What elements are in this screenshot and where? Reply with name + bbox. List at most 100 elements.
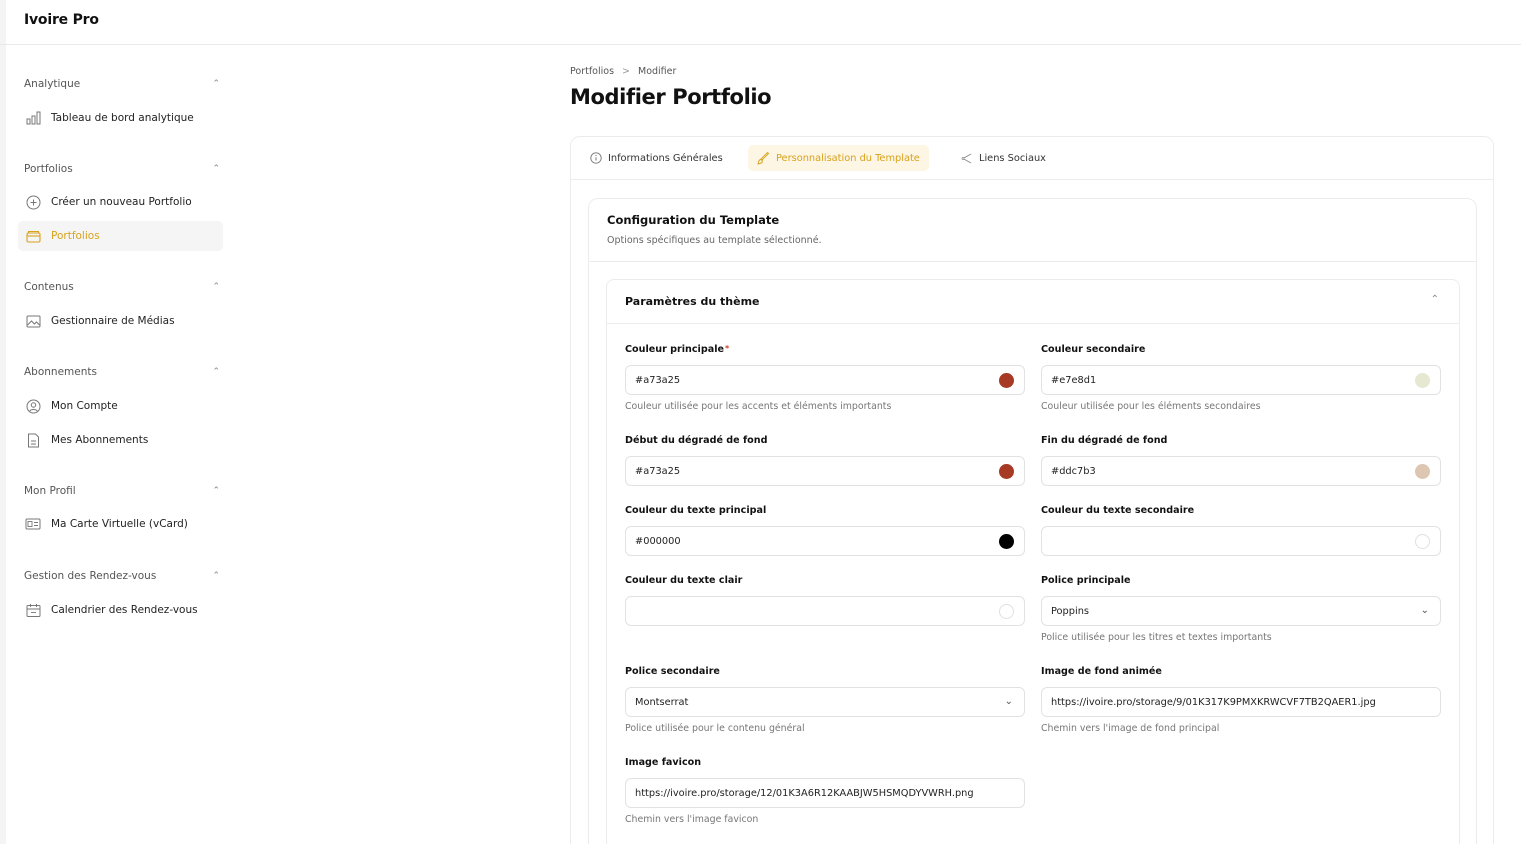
sidebar-item-carte-virtuelle[interactable]: Ma Carte Virtuelle (vCard)	[18, 509, 223, 539]
breadcrumb: Portfolios > Modifier	[570, 66, 676, 77]
section-subtitle: Options spécifiques au template sélectio…	[607, 235, 822, 246]
theme-settings-header[interactable]: Paramètres du thème ⌃	[607, 280, 1459, 324]
sidebar: Analytique ⌃ Tableau de bord analytique …	[6, 46, 234, 844]
chevron-up-icon: ⌃	[212, 164, 220, 174]
sidebar-section-mon-profil[interactable]: Mon Profil ⌃	[24, 482, 220, 500]
font-secondary-value: Montserrat	[635, 696, 689, 708]
bg-image-label: Image de fond animée	[1041, 666, 1162, 677]
sidebar-item-mon-compte[interactable]: Mon Compte	[18, 391, 223, 421]
secondary-color-swatch[interactable]	[1415, 373, 1430, 388]
sidebar-section-title: Abonnements	[24, 366, 97, 378]
sidebar-section-title: Analytique	[24, 78, 81, 90]
page-title: Modifier Portfolio	[570, 85, 772, 109]
chevron-down-icon: ⌄	[1004, 696, 1013, 707]
bg-image-input[interactable]: https://ivoire.pro/storage/9/01K317K9PMX…	[1041, 687, 1441, 717]
section-title: Configuration du Template	[607, 213, 780, 227]
gradient-start-input[interactable]: #a73a25	[625, 456, 1025, 486]
calendar-icon	[25, 602, 41, 618]
font-primary-label: Police principale	[1041, 575, 1131, 586]
sidebar-item-label: Tableau de bord analytique	[51, 112, 194, 124]
panel-title: Paramètres du thème	[625, 295, 760, 308]
primary-color-help: Couleur utilisée pour les accents et élé…	[625, 401, 892, 412]
gradient-start-value: #a73a25	[635, 465, 681, 477]
gradient-end-swatch[interactable]	[1415, 464, 1430, 479]
tab-bar: Informations Générales Personnalisation …	[571, 137, 1493, 180]
sidebar-section-portfolios[interactable]: Portfolios ⌃	[24, 160, 220, 178]
sidebar-item-calendrier[interactable]: Calendrier des Rendez-vous	[18, 595, 223, 625]
sidebar-item-tableau-de-bord[interactable]: Tableau de bord analytique	[18, 103, 223, 133]
secondary-color-label: Couleur secondaire	[1041, 344, 1146, 355]
theme-settings-panel: Paramètres du thème ⌃ Couleur principale…	[606, 279, 1460, 844]
sidebar-section-contenus[interactable]: Contenus ⌃	[24, 278, 220, 296]
folder-icon	[25, 228, 41, 244]
secondary-color-input[interactable]: #e7e8d1	[1041, 365, 1441, 395]
text-light-label: Couleur du texte clair	[625, 575, 743, 586]
divider	[589, 261, 1476, 262]
chevron-up-icon: ⌃	[212, 486, 220, 496]
sidebar-item-label: Ma Carte Virtuelle (vCard)	[51, 518, 188, 530]
sidebar-item-gestionnaire-medias[interactable]: Gestionnaire de Médias	[18, 306, 223, 336]
text-light-swatch[interactable]	[999, 604, 1014, 619]
tab-label: Informations Générales	[608, 152, 723, 164]
chevron-up-icon[interactable]: ⌃	[1431, 294, 1439, 305]
required-asterisk: *	[725, 344, 730, 353]
tab-liens-sociaux[interactable]: Liens Sociaux	[951, 145, 1055, 171]
text-primary-value: #000000	[635, 535, 681, 547]
secondary-color-help: Couleur utilisée pour les éléments secon…	[1041, 401, 1261, 412]
font-primary-select[interactable]: Poppins ⌄	[1041, 596, 1441, 626]
sidebar-section-rendez-vous[interactable]: Gestion des Rendez-vous ⌃	[24, 567, 220, 585]
sidebar-item-label: Calendrier des Rendez-vous	[51, 604, 198, 616]
text-primary-input[interactable]: #000000	[625, 526, 1025, 556]
primary-color-swatch[interactable]	[999, 373, 1014, 388]
text-light-input[interactable]	[625, 596, 1025, 626]
plus-circle-icon	[25, 194, 41, 210]
chevron-up-icon: ⌃	[212, 282, 220, 292]
template-config-section: Configuration du Template Options spécif…	[588, 198, 1477, 844]
sidebar-section-abonnements[interactable]: Abonnements ⌃	[24, 363, 220, 381]
breadcrumb-separator: >	[622, 66, 630, 77]
primary-color-label: Couleur principale*	[625, 344, 730, 355]
tab-personnalisation-template[interactable]: Personnalisation du Template	[748, 145, 929, 171]
app-title[interactable]: Ivoire Pro	[24, 12, 99, 28]
text-secondary-input[interactable]	[1041, 526, 1441, 556]
font-primary-help: Police utilisée pour les titres et texte…	[1041, 632, 1272, 643]
breadcrumb-item-portfolios[interactable]: Portfolios	[570, 66, 614, 77]
tab-label: Personnalisation du Template	[776, 152, 920, 164]
favicon-input[interactable]: https://ivoire.pro/storage/12/01K3A6R12K…	[625, 778, 1025, 808]
bg-image-help: Chemin vers l'image de fond principal	[1041, 723, 1220, 734]
gradient-end-value: #ddc7b3	[1051, 465, 1096, 477]
sidebar-section-title: Contenus	[24, 281, 74, 293]
sidebar-item-label: Gestionnaire de Médias	[51, 315, 175, 327]
share-icon	[960, 152, 973, 165]
chevron-down-icon: ⌄	[1420, 605, 1429, 616]
sidebar-section-title: Mon Profil	[24, 485, 76, 497]
text-secondary-swatch[interactable]	[1415, 534, 1430, 549]
sidebar-section-analytique[interactable]: Analytique ⌃	[24, 75, 220, 93]
sidebar-item-creer-portfolio[interactable]: Créer un nouveau Portfolio	[18, 187, 223, 217]
chevron-up-icon: ⌃	[212, 367, 220, 377]
gradient-end-input[interactable]: #ddc7b3	[1041, 456, 1441, 486]
tab-label: Liens Sociaux	[979, 152, 1046, 164]
gradient-start-swatch[interactable]	[999, 464, 1014, 479]
sidebar-item-label: Portfolios	[51, 230, 100, 242]
sidebar-section-title: Gestion des Rendez-vous	[24, 570, 157, 582]
text-primary-label: Couleur du texte principal	[625, 505, 767, 516]
font-secondary-label: Police secondaire	[625, 666, 720, 677]
breadcrumb-item-current: Modifier	[638, 66, 677, 77]
sidebar-item-mes-abonnements[interactable]: Mes Abonnements	[18, 425, 223, 455]
tab-informations-generales[interactable]: Informations Générales	[581, 145, 732, 171]
secondary-color-value: #e7e8d1	[1051, 374, 1097, 386]
info-icon	[590, 152, 602, 164]
favicon-label: Image favicon	[625, 757, 702, 768]
font-secondary-select[interactable]: Montserrat ⌄	[625, 687, 1025, 717]
sidebar-item-portfolios[interactable]: Portfolios	[18, 221, 223, 251]
chevron-up-icon: ⌃	[212, 79, 220, 89]
sidebar-section-title: Portfolios	[24, 163, 73, 175]
font-primary-value: Poppins	[1051, 605, 1090, 617]
gradient-end-label: Fin du dégradé de fond	[1041, 435, 1168, 446]
favicon-value: https://ivoire.pro/storage/12/01K3A6R12K…	[635, 787, 974, 799]
user-circle-icon	[25, 398, 41, 414]
text-primary-swatch[interactable]	[999, 534, 1014, 549]
primary-color-input[interactable]: #a73a25	[625, 365, 1025, 395]
top-bar: Ivoire Pro	[0, 0, 1521, 45]
